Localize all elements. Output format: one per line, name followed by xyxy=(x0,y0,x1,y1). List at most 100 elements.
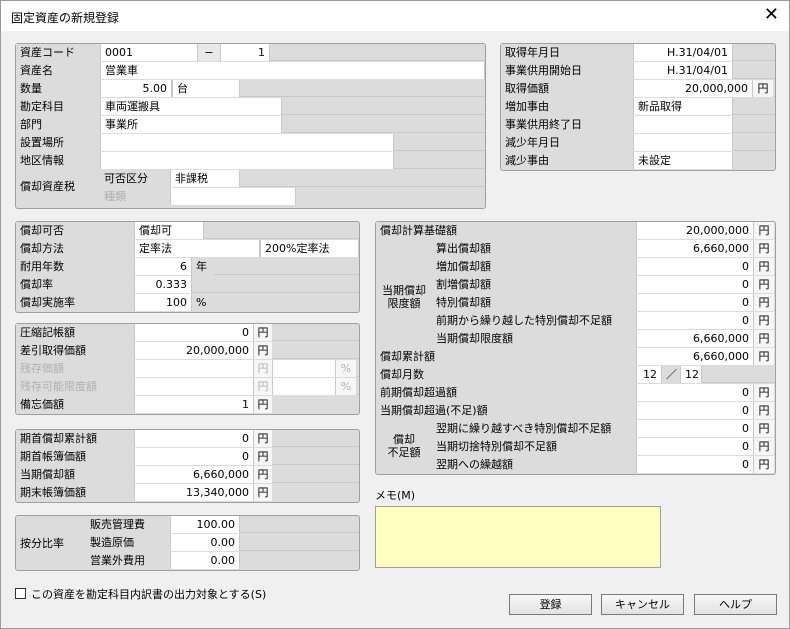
tax-type-label: 種類 xyxy=(100,188,170,205)
tax-type-field[interactable] xyxy=(170,188,296,205)
increase-label: 増加事由 xyxy=(501,98,633,115)
residual-limit-label: 残存可能限度額 xyxy=(16,378,134,395)
compressed-unit: 円 xyxy=(254,324,272,341)
residual-limit-pct-field[interactable] xyxy=(272,378,336,395)
account-field[interactable]: 車両運搬具 xyxy=(100,98,282,115)
prev-excess-label: 前期償却超過額 xyxy=(376,384,636,401)
life-field[interactable]: 6 xyxy=(134,258,192,275)
asset-code-field[interactable]: 0001 xyxy=(100,44,198,61)
rate-label: 償却率 xyxy=(16,276,134,293)
price-unit: 円 xyxy=(753,80,773,97)
alloc-row-value[interactable]: 0.00 xyxy=(170,534,240,551)
asset-info-panel: 資産コード 0001 − 1 資産名 営業車 数量 5.00 台 勘定科目 車両… xyxy=(15,43,486,209)
residual-label: 残存価額 xyxy=(16,360,134,377)
memo-value-unit: 円 xyxy=(254,396,272,413)
use-end-field[interactable] xyxy=(633,116,733,133)
decrease-field[interactable]: 未設定 xyxy=(633,152,733,169)
alloc-row-label: 営業外費用 xyxy=(86,552,170,569)
department-field[interactable]: 事業所 xyxy=(100,116,282,133)
depreciation-panel: 償却可否 償却可 償却方法 定率法 200%定率法 耐用年数 6 年 償却率 0… xyxy=(15,221,360,313)
yen-unit: 円 xyxy=(754,312,774,329)
memo-value-field[interactable]: 1 xyxy=(134,396,254,413)
compression-panel: 圧縮記帳額 0 円 差引取得価額 20,000,000 円 残存価額 円 % 残… xyxy=(15,323,360,415)
cancel-button[interactable]: キャンセル xyxy=(601,594,684,615)
prev-excess-field[interactable]: 0 xyxy=(636,384,754,401)
residual-limit-field[interactable] xyxy=(134,378,254,395)
asset-name-field[interactable]: 営業車 xyxy=(100,62,485,79)
start-book-label: 期首帳簿価額 xyxy=(16,448,134,465)
limit-row-value[interactable]: 0 xyxy=(636,258,754,275)
residual-pct-unit: % xyxy=(336,360,356,377)
start-book-field[interactable]: 0 xyxy=(134,448,254,465)
use-end-label: 事業供用終了日 xyxy=(501,116,633,133)
life-unit: 年 xyxy=(192,258,214,275)
months-field[interactable]: 12 xyxy=(636,366,662,383)
current-depr-label: 当期償却額 xyxy=(16,466,134,483)
accum-label: 償却累計額 xyxy=(376,348,636,365)
region-field[interactable] xyxy=(100,152,394,169)
depr-allowed-field[interactable]: 償却可 xyxy=(134,222,204,239)
depr-method-sub-field[interactable]: 200%定率法 xyxy=(260,240,359,257)
start-accum-field[interactable]: 0 xyxy=(134,430,254,447)
asset-code-label: 資産コード xyxy=(16,44,100,61)
increase-field[interactable]: 新品取得 xyxy=(633,98,733,115)
yen-unit: 円 xyxy=(754,330,774,347)
account-label: 勘定科目 xyxy=(16,98,100,115)
memo-value-label: 備忘価額 xyxy=(16,396,134,413)
memo-textarea[interactable] xyxy=(375,506,661,568)
short-row-label: 当期切捨特別償却不足額 xyxy=(432,438,636,455)
months-total-field: 12 xyxy=(680,366,702,383)
tax-class-field[interactable]: 非課税 xyxy=(170,170,240,187)
decrease-date-field[interactable] xyxy=(633,134,733,151)
yen-unit: 円 xyxy=(754,222,774,239)
output-target-label[interactable]: この資産を勘定科目内訳書の出力対象とする(S) xyxy=(31,586,266,602)
limit-row-label: 特別償却額 xyxy=(432,294,636,311)
asset-branch-field[interactable]: 1 xyxy=(220,44,270,61)
department-label: 部門 xyxy=(16,116,100,133)
ratio-unit: % xyxy=(192,294,214,311)
ratio-field[interactable]: 100 xyxy=(134,294,192,311)
cur-excess-label: 当期償却超過(不足)額 xyxy=(376,402,636,419)
yen-unit: 円 xyxy=(754,276,774,293)
location-field[interactable] xyxy=(100,134,394,151)
yen-unit: 円 xyxy=(754,258,774,275)
close-icon[interactable]: ✕ xyxy=(764,5,779,25)
yen-unit: 円 xyxy=(754,438,774,455)
compressed-label: 圧縮記帳額 xyxy=(16,324,134,341)
output-target-checkbox[interactable] xyxy=(15,588,26,599)
residual-pct-field[interactable] xyxy=(272,360,336,377)
alloc-row-value[interactable]: 0.00 xyxy=(170,552,240,569)
price-field[interactable]: 20,000,000 xyxy=(633,80,753,97)
residual-limit-pct-unit: % xyxy=(336,378,356,395)
limit-row-value[interactable]: 0 xyxy=(636,312,754,329)
use-start-label: 事業供用開始日 xyxy=(501,62,633,79)
yen-unit: 円 xyxy=(754,420,774,437)
acquire-date-field[interactable]: H.31/04/01 xyxy=(633,44,733,61)
register-button[interactable]: 登録 xyxy=(509,594,592,615)
allocation-label: 按分比率 xyxy=(16,535,86,552)
residual-unit: 円 xyxy=(254,360,272,377)
months-label: 償却月数 xyxy=(376,366,636,383)
alloc-row-value[interactable]: 100.00 xyxy=(170,516,240,533)
short-row-value: 0 xyxy=(636,438,754,455)
months-separator: ／ xyxy=(662,366,680,383)
limit-group-label: 当期償却 限度額 xyxy=(376,284,432,310)
use-start-field[interactable]: H.31/04/01 xyxy=(633,62,733,79)
quantity-unit-field[interactable]: 台 xyxy=(172,80,240,97)
limit-row-label: 当期償却限度額 xyxy=(432,330,636,347)
asset-code-separator: − xyxy=(198,44,220,61)
help-button[interactable]: ヘルプ xyxy=(694,594,777,615)
quantity-field[interactable]: 5.00 xyxy=(100,80,172,97)
start-accum-unit: 円 xyxy=(254,430,272,447)
yen-unit: 円 xyxy=(754,294,774,311)
decrease-date-label: 減少年月日 xyxy=(501,134,633,151)
accum-field: 6,660,000 xyxy=(636,348,754,365)
acquisition-panel: 取得年月日 H.31/04/01 事業供用開始日 H.31/04/01 取得価額… xyxy=(500,43,776,171)
limit-row-value: 6,660,000 xyxy=(636,240,754,257)
limit-row-value[interactable]: 0 xyxy=(636,276,754,293)
compressed-field[interactable]: 0 xyxy=(134,324,254,341)
depr-method-field[interactable]: 定率法 xyxy=(134,240,260,257)
limit-row-value[interactable]: 0 xyxy=(636,294,754,311)
residual-field[interactable] xyxy=(134,360,254,377)
short-row-label: 翌期への繰越額 xyxy=(432,456,636,473)
